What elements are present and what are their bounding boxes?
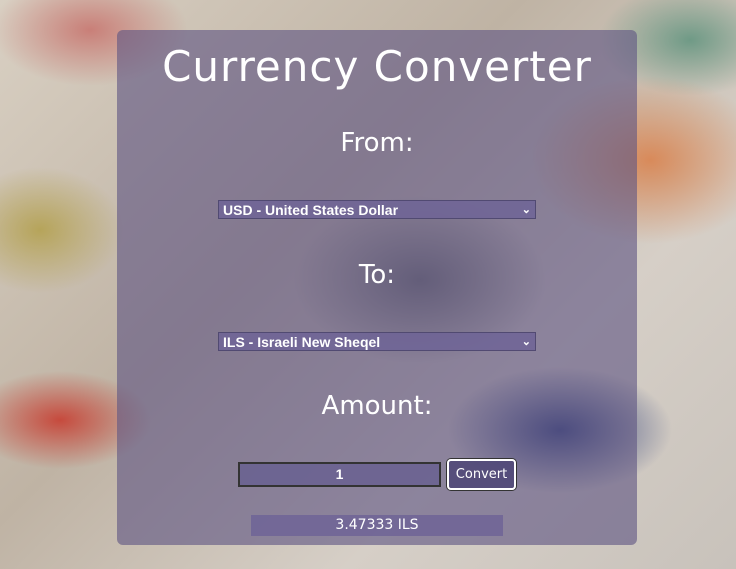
chevron-down-icon: ⌄	[521, 336, 531, 348]
amount-input[interactable]: 1	[238, 462, 441, 487]
to-label: To:	[358, 260, 396, 290]
page-title: Currency Converter	[162, 42, 592, 91]
from-label: From:	[340, 128, 414, 158]
result-display: 3.47333 ILS	[251, 515, 503, 536]
chevron-down-icon: ⌄	[521, 204, 531, 216]
convert-button[interactable]: Convert	[447, 459, 516, 490]
amount-label: Amount:	[321, 391, 433, 421]
from-currency-value: USD - United States Dollar	[223, 201, 399, 218]
to-currency-select[interactable]: ILS - Israeli New Sheqel ⌄	[218, 332, 536, 351]
from-currency-select[interactable]: USD - United States Dollar ⌄	[218, 200, 536, 219]
to-currency-value: ILS - Israeli New Sheqel	[223, 333, 381, 350]
converter-panel: Currency Converter From: USD - United St…	[117, 30, 637, 545]
